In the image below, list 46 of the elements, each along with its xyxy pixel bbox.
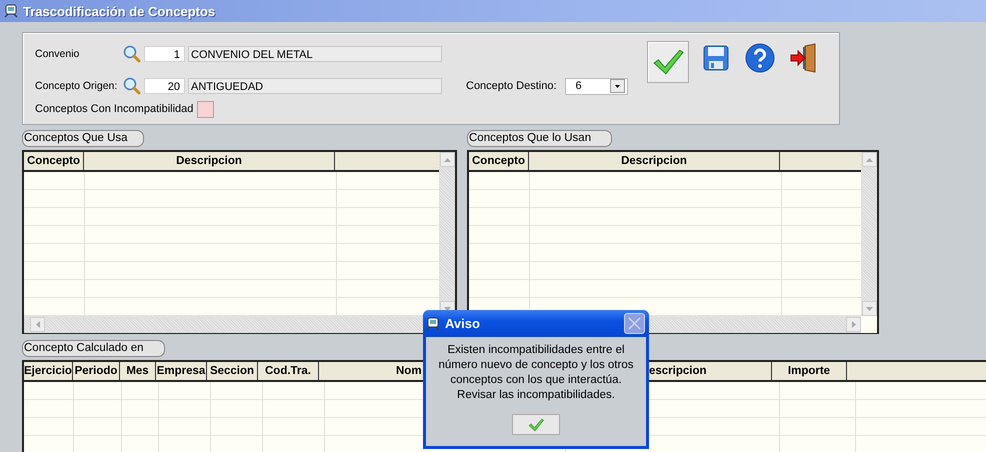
column-header: Ejercicio [24,362,73,380]
column-header: Seccion [207,362,258,380]
checkmark-icon [652,48,684,76]
search-icon[interactable] [123,77,141,95]
app-icon [426,316,440,330]
code-field[interactable]: 20 [144,78,185,94]
window-title: Trascodificación de Conceptos [23,4,216,18]
column-header: Concepto [469,152,529,170]
code-field[interactable]: 1 [144,46,185,62]
name-field: CONVENIO DEL METAL [188,46,442,62]
search-icon[interactable] [123,45,141,63]
scrollbar[interactable] [861,152,877,316]
column-header: Descripcion [84,152,335,170]
column-header: Empresa [156,362,207,380]
right-arrow-icon[interactable] [852,321,856,328]
up-arrow-icon[interactable] [444,158,451,162]
name-field: ANTIGUEDAD [188,78,442,94]
help-button[interactable] [743,41,777,75]
down-arrow-icon[interactable] [866,306,873,310]
accept-button[interactable] [647,41,689,83]
column-header: Concepto [24,152,84,170]
column-header: Descripcion [529,152,780,170]
legend-label: Conceptos Con Incompatibilidad [35,103,194,115]
help-icon [745,43,775,73]
field-label: Convenio [35,48,80,60]
down-arrow-icon[interactable] [444,306,451,310]
app-icon [4,4,18,18]
close-button[interactable] [624,313,645,334]
field-label: Concepto Destino: [466,80,556,92]
field-label: Concepto Origen: [35,80,118,92]
ok-button[interactable] [512,414,560,435]
left-arrow-icon[interactable] [36,321,40,328]
dropdown[interactable]: 6 [564,78,628,94]
column-header: Cod.Tra. [258,362,319,380]
dialog-title: Aviso [445,316,481,331]
group-label: Concepto Calculado en [22,340,165,357]
column-header: Importe [772,362,847,380]
caret-icon [614,84,620,88]
up-arrow-icon[interactable] [866,158,873,162]
group-label: Conceptos Que Usa [22,130,144,147]
checkmark-icon [527,418,545,432]
column-header: Mes [120,362,156,380]
group-label: Conceptos Que lo Usan [467,130,612,147]
legend-swatch [197,100,214,118]
column-header: Periodo [73,362,120,380]
close-icon [628,317,641,330]
